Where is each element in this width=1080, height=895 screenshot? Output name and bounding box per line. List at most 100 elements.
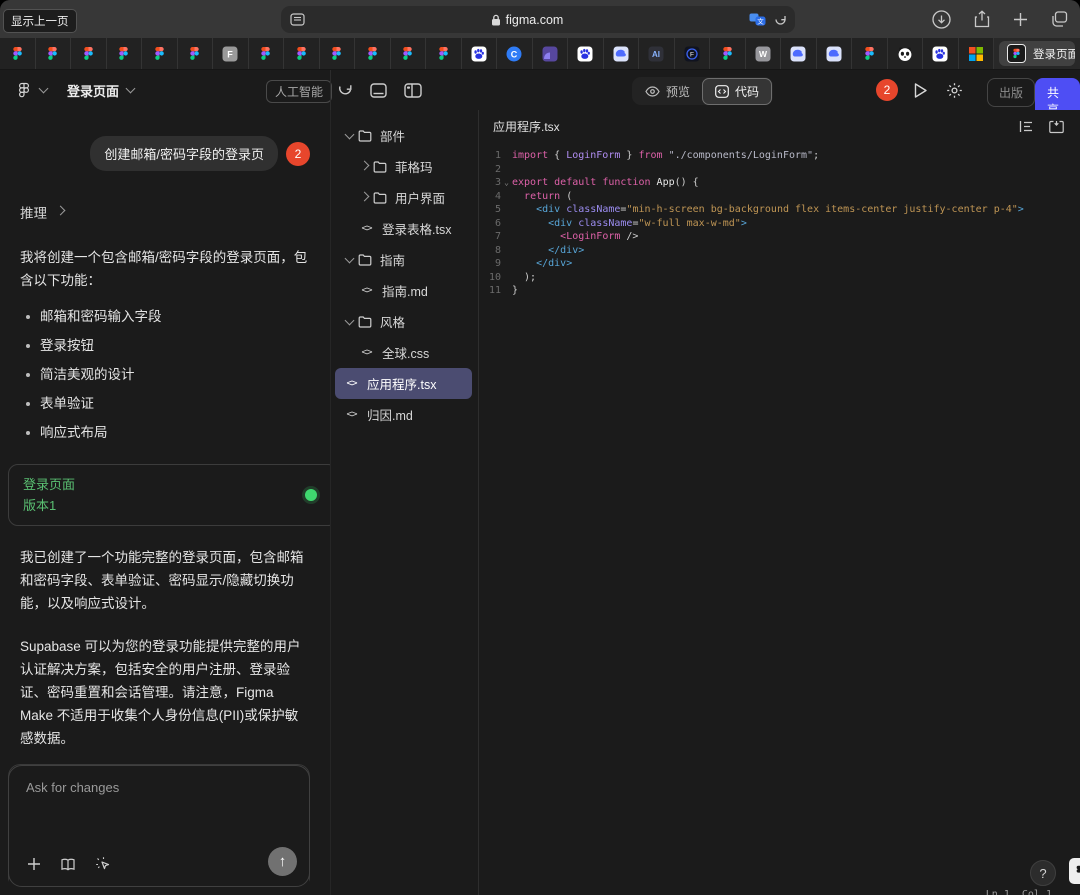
feature-list-item: 简洁美观的设计 <box>26 360 310 389</box>
tree-item-登录表格.tsx[interactable]: <>登录表格.tsx <box>335 213 472 244</box>
address-bar[interactable]: figma.com 文 <box>281 6 795 33</box>
tree-item-全球.css[interactable]: <>全球.css <box>335 337 472 368</box>
active-tab[interactable]: 登录页面 –... <box>999 41 1075 66</box>
browser-tab-figma-favicon[interactable] <box>0 38 36 69</box>
menu-chevron-icon[interactable] <box>39 84 49 94</box>
active-tab-label: 登录页面 –... <box>1033 46 1075 62</box>
browser-tab-deepseek-favicon[interactable] <box>781 38 817 69</box>
browser-tab-figma-favicon[interactable] <box>852 38 888 69</box>
tree-item-归因.md[interactable]: <>归因.md <box>335 399 472 430</box>
share-icon[interactable] <box>974 10 990 28</box>
svg-text:F: F <box>228 49 234 59</box>
browser-tab-figma-favicon[interactable] <box>178 38 214 69</box>
browser-tab-baidu-favicon[interactable] <box>568 38 604 69</box>
reload-icon[interactable] <box>774 13 787 26</box>
play-icon[interactable] <box>913 82 928 99</box>
browser-tab-figma-favicon[interactable] <box>249 38 285 69</box>
feature-list-item: 邮箱和密码输入字段 <box>26 302 310 331</box>
settings-gear-icon[interactable] <box>946 82 963 99</box>
browser-tab-figma-favicon[interactable] <box>36 38 72 69</box>
browser-tab-microsoft-favicon[interactable] <box>959 38 995 69</box>
publish-button[interactable]: 出版 <box>987 78 1035 107</box>
reasoning-toggle[interactable]: 推理 <box>20 202 310 222</box>
browser-tab-figma-favicon[interactable] <box>142 38 178 69</box>
editor-filename: 应用程序.tsx <box>493 118 1019 135</box>
browser-tab-baidu-favicon[interactable] <box>923 38 959 69</box>
send-button[interactable]: ↑ <box>268 847 297 876</box>
code-line-3: 3⌄export default function App() { <box>485 176 1080 190</box>
browser-tab-purple-favicon[interactable] <box>533 38 569 69</box>
chat-input-box[interactable]: ↑ <box>8 765 310 887</box>
browser-tab-ai-favicon[interactable]: AI <box>639 38 675 69</box>
browser-tab-figma-favicon[interactable] <box>71 38 107 69</box>
assistant-result: 我已创建了一个功能完整的登录页面，包含邮箱和密码字段、表单验证、密码显示/隐藏切… <box>20 546 310 615</box>
library-book-icon[interactable] <box>60 858 76 871</box>
code-tab[interactable]: 代码 <box>702 78 772 105</box>
preview-tab[interactable]: 预览 <box>633 79 702 104</box>
panel-left-icon[interactable] <box>404 83 422 98</box>
code-line-7: 7 <LoginForm /> <box>485 230 1080 244</box>
tree-item-label: 应用程序.tsx <box>367 374 436 393</box>
browser-tab-figma-favicon[interactable] <box>710 38 746 69</box>
version-card-version: 版本1 <box>23 495 75 516</box>
reader-view-icon[interactable] <box>290 13 305 26</box>
chat-input[interactable] <box>24 778 288 842</box>
code-line-9: 9 </div> <box>485 257 1080 271</box>
tree-item-label: 指南.md <box>382 281 428 300</box>
browser-tab-figma-favicon[interactable] <box>284 38 320 69</box>
browser-tab-f-navy-favicon[interactable]: F <box>675 38 711 69</box>
tree-item-label: 全球.css <box>382 343 429 362</box>
figma-menu-icon[interactable] <box>16 82 32 98</box>
browser-tab-w-gray-favicon[interactable]: W <box>746 38 782 69</box>
code-line-1: 1 import { LoginForm } from "./component… <box>485 149 1080 163</box>
attach-plus-icon[interactable] <box>27 857 41 871</box>
project-name[interactable]: 登录页面 <box>67 81 119 100</box>
tree-item-label: 指南 <box>380 250 405 269</box>
tree-item-应用程序.tsx[interactable]: <>应用程序.tsx <box>335 368 472 399</box>
format-code-icon[interactable] <box>1019 120 1034 134</box>
code-content[interactable]: 1 import { LoginForm } from "./component… <box>479 143 1080 298</box>
edge-widget[interactable] <box>1069 858 1080 884</box>
browser-tab-figma-favicon[interactable] <box>391 38 427 69</box>
url-text[interactable]: figma.com <box>506 13 564 27</box>
notification-badge[interactable]: 2 <box>876 79 898 101</box>
toolbar-divider <box>330 70 331 110</box>
browser-tab-deepseek-favicon[interactable] <box>817 38 853 69</box>
chat-panel: 创建邮箱/密码字段的登录页 2 推理 我将创建一个包含邮箱/密码字段的登录页面，… <box>0 110 331 895</box>
version-card[interactable]: 登录页面 版本1 <box>8 464 331 526</box>
downloads-icon[interactable] <box>932 10 951 29</box>
ai-cursor-icon[interactable] <box>95 856 112 872</box>
tree-item-菲格玛[interactable]: 菲格玛 <box>335 151 472 182</box>
browser-tab-f-gray-favicon[interactable]: F <box>213 38 249 69</box>
browser-tab-c-circle-favicon[interactable]: C <box>497 38 533 69</box>
restore-version-icon[interactable] <box>1049 120 1064 134</box>
tree-item-风格[interactable]: 风格 <box>335 306 472 337</box>
browser-tab-figma-favicon[interactable] <box>426 38 462 69</box>
message-count-badge[interactable]: 2 <box>286 142 310 166</box>
fold-chevron-icon[interactable]: ⌄ <box>501 176 512 190</box>
tree-item-用户界面[interactable]: 用户界面 <box>335 182 472 213</box>
panel-bottom-icon[interactable] <box>370 83 387 98</box>
tree-item-指南[interactable]: 指南 <box>335 244 472 275</box>
browser-window: 显示上一页 figma.com 文 <box>0 0 1080 895</box>
browser-tab-deepseek-favicon[interactable] <box>604 38 640 69</box>
code-line-6: 6 <div className="w-full max-w-md"> <box>485 217 1080 231</box>
back-tooltip: 显示上一页 <box>3 9 77 33</box>
help-button[interactable]: ? <box>1030 860 1056 886</box>
chevron-right-icon <box>56 206 66 216</box>
browser-tab-figma-favicon[interactable] <box>320 38 356 69</box>
tab-overview-icon[interactable] <box>1051 11 1068 27</box>
tree-item-部件[interactable]: 部件 <box>335 120 472 151</box>
tree-item-指南.md[interactable]: <>指南.md <box>335 275 472 306</box>
browser-tab-figma-favicon[interactable] <box>355 38 391 69</box>
browser-tab-panda-favicon[interactable] <box>888 38 924 69</box>
new-tab-icon[interactable] <box>1013 12 1028 27</box>
project-chevron-icon[interactable] <box>126 84 136 94</box>
tree-item-label: 风格 <box>380 312 405 331</box>
browser-tab-baidu-favicon[interactable] <box>462 38 498 69</box>
refresh-icon[interactable] <box>337 82 353 98</box>
browser-tab-figma-favicon[interactable] <box>107 38 143 69</box>
file-tree: 部件菲格玛用户界面<>登录表格.tsx指南<>指南.md风格<>全球.css<>… <box>331 110 479 895</box>
translate-icon[interactable]: 文 <box>749 13 766 26</box>
svg-text:C: C <box>511 49 518 59</box>
